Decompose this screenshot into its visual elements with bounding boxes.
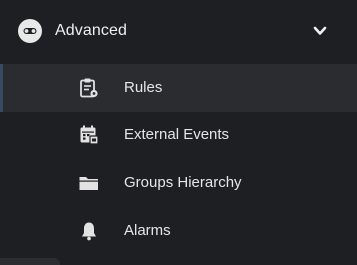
chevron-down-icon[interactable] [312, 24, 328, 38]
sidebar-menu: Advanced Rules External Events Groups Hi… [0, 0, 357, 265]
advanced-section-label: Advanced [55, 22, 127, 39]
bell-icon [78, 220, 100, 242]
menu-item-groups-hierarchy[interactable]: Groups Hierarchy [0, 160, 357, 208]
folder-icon [78, 172, 100, 194]
menu-item-alarms[interactable]: Alarms [0, 208, 357, 256]
menu-item-groups-hierarchy-label: Groups Hierarchy [124, 174, 242, 191]
advanced-toggle-icon [18, 19, 42, 43]
calendar-events-icon [78, 124, 100, 146]
menu-item-external-events[interactable]: External Events [0, 112, 357, 160]
menu-item-rules-label: Rules [124, 79, 163, 96]
next-section-edge [0, 258, 60, 265]
menu-item-external-events-label: External Events [124, 126, 230, 143]
active-indicator [0, 64, 3, 112]
menu-item-rules[interactable]: Rules [0, 64, 357, 112]
advanced-section-header[interactable]: Advanced [0, 0, 357, 62]
menu-item-alarms-label: Alarms [124, 222, 171, 239]
clipboard-gear-icon [78, 77, 100, 99]
